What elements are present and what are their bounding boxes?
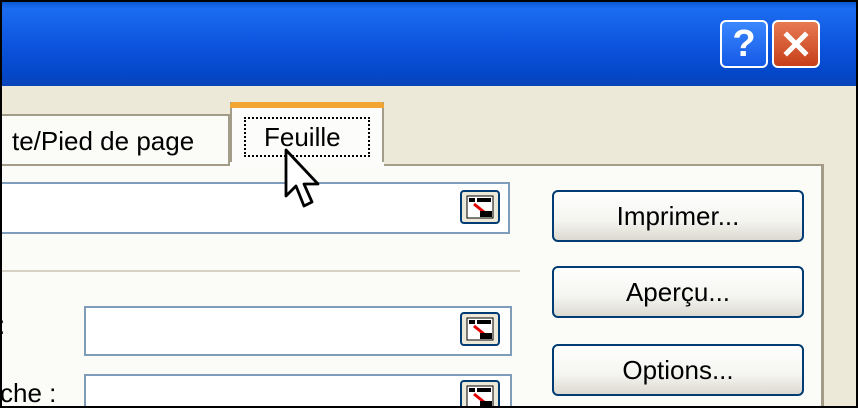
range-picker-icon bbox=[466, 195, 494, 219]
cols-repeat-input[interactable] bbox=[84, 374, 512, 406]
print-button[interactable]: Imprimer... bbox=[552, 190, 804, 242]
close-button[interactable] bbox=[772, 20, 820, 68]
rows-repeat-input[interactable] bbox=[84, 306, 512, 356]
cols-repeat-picker-button[interactable] bbox=[460, 380, 500, 406]
section-separator bbox=[2, 270, 520, 272]
range-picker-icon bbox=[466, 317, 494, 341]
close-icon bbox=[783, 31, 809, 57]
tab-header-footer[interactable]: te/Pied de page bbox=[2, 114, 230, 164]
page-setup-dialog: ? te/Pied de page Feuille : bbox=[0, 0, 858, 408]
mouse-cursor-icon bbox=[284, 148, 320, 208]
tab-active-highlight bbox=[230, 102, 384, 108]
tab-label: te/Pied de page bbox=[12, 126, 195, 156]
print-area-input[interactable] bbox=[2, 182, 510, 234]
rows-repeat-label: : bbox=[2, 310, 5, 341]
options-button[interactable]: Options... bbox=[552, 344, 804, 396]
range-picker-icon bbox=[466, 385, 494, 406]
cols-repeat-label: che : bbox=[0, 378, 57, 408]
help-icon: ? bbox=[732, 23, 756, 65]
print-area-picker-button[interactable] bbox=[460, 190, 500, 224]
rows-repeat-picker-button[interactable] bbox=[460, 312, 500, 346]
title-bar[interactable]: ? bbox=[2, 2, 856, 86]
preview-button[interactable]: Aperçu... bbox=[552, 266, 804, 318]
help-button[interactable]: ? bbox=[720, 20, 768, 68]
